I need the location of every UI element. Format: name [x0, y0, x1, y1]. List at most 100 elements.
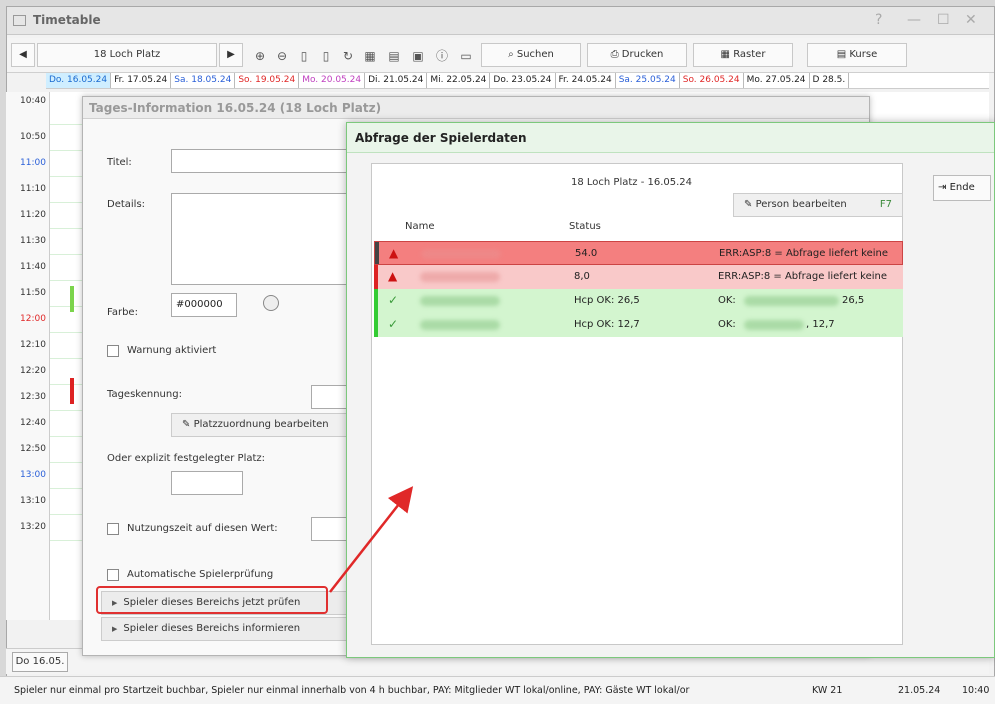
- title-label: Titel:: [107, 157, 132, 168]
- redacted-name: [420, 320, 500, 330]
- courses-icon: ▤: [836, 49, 850, 60]
- exit-icon: ⇥: [938, 182, 950, 193]
- today-button[interactable]: Do 16.05.: [12, 652, 68, 672]
- zoom-out-icon[interactable]: ⊖: [275, 49, 289, 63]
- redacted-name: [421, 249, 501, 259]
- redacted-name: [420, 296, 500, 306]
- courses-button[interactable]: ▤ Kurse: [807, 43, 907, 67]
- end-label: Ende: [949, 182, 975, 193]
- time-label: 10:50: [20, 132, 46, 142]
- grid-button[interactable]: ▦ Raster: [693, 43, 793, 67]
- inform-button[interactable]: ▶ Spieler dieses Bereichs informieren: [101, 617, 347, 641]
- explicit-input[interactable]: [171, 471, 243, 495]
- time-label: 10:40: [20, 96, 46, 106]
- location-select[interactable]: 18 Loch Platz: [37, 43, 217, 67]
- help-icon[interactable]: ?: [875, 12, 882, 28]
- time-label: 11:40: [20, 262, 46, 272]
- details-textarea[interactable]: [171, 193, 351, 285]
- player-row[interactable]: ✓ Hcp OK: 12,7 OK: , 12,7: [374, 313, 903, 337]
- end-button[interactable]: ⇥ Ende: [933, 175, 991, 201]
- date-tab[interactable]: Fr. 24.05.24: [556, 73, 616, 88]
- table-icon[interactable]: ▦: [363, 49, 377, 63]
- zoom-in-icon[interactable]: ⊕: [253, 49, 267, 63]
- status-marker: [374, 313, 378, 337]
- monitor-icon[interactable]: ▭: [459, 49, 473, 63]
- clipboard-icon[interactable]: ▣: [411, 49, 425, 63]
- pencil-icon: ✎: [744, 199, 756, 210]
- week-label: KW 21: [812, 685, 843, 696]
- usage-checkbox[interactable]: [107, 523, 119, 535]
- date-tab[interactable]: So. 26.05.24: [680, 73, 744, 88]
- time-column: 10:40 10:50 11:00 11:10 11:20 11:30 11:4…: [6, 92, 50, 620]
- time-label: 12:40: [20, 418, 46, 428]
- next-arrow-button[interactable]: ▶: [219, 43, 243, 67]
- shortcut-label: F7: [879, 199, 892, 210]
- player-row[interactable]: ▲ 54.0 ERR:ASP:8 = Abfrage liefert keine: [374, 241, 903, 265]
- maximize-icon[interactable]: ☐: [937, 12, 950, 28]
- date-tab[interactable]: So. 19.05.24: [235, 73, 300, 88]
- booking-marker[interactable]: [70, 378, 74, 404]
- bell-icon: ▲: [389, 246, 399, 260]
- time-label: 12:00: [20, 314, 46, 324]
- player-row[interactable]: ✓ Hcp OK: 26,5 OK: 26,5: [374, 289, 903, 313]
- row-message: OK:: [718, 319, 736, 330]
- assign-button[interactable]: ✎ Platzzuordnung bearbeiten: [171, 413, 351, 437]
- inform-label: Spieler dieses Bereichs informieren: [123, 623, 301, 634]
- page-icon[interactable]: ▯: [297, 49, 311, 63]
- refresh-icon[interactable]: ↻: [341, 49, 355, 63]
- palette-icon[interactable]: [263, 295, 279, 311]
- date-tab[interactable]: Do. 16.05.24: [46, 73, 112, 88]
- search-icon: ⌕: [508, 49, 517, 60]
- date-tab[interactable]: Di. 21.05.24: [365, 73, 428, 88]
- date-tab[interactable]: Mo. 27.05.24: [744, 73, 810, 88]
- date-tab[interactable]: Mo. 20.05.24: [299, 73, 366, 88]
- day-info-title: Tages-Information 16.05.24 (18 Loch Plat…: [89, 101, 382, 115]
- title-input[interactable]: [171, 149, 351, 173]
- toolbar: ◀ 18 Loch Platz ▶ ⊕ ⊖ ▯ ▯ ↻ ▦ ▤ ▣ ⓘ ▭ ⌕ …: [7, 38, 994, 73]
- query-title: Abfrage der Spielerdaten: [355, 131, 527, 145]
- time-label: 12:10: [20, 340, 46, 350]
- time-label: 13:00: [20, 470, 46, 480]
- calendar-icon[interactable]: ▤: [387, 49, 401, 63]
- page-alt-icon[interactable]: ▯: [319, 49, 333, 63]
- close-icon[interactable]: ✕: [965, 12, 977, 28]
- edit-person-button[interactable]: ✎ Person bearbeiten F7: [733, 193, 903, 217]
- date-tab[interactable]: Do. 23.05.24: [490, 73, 556, 88]
- print-button[interactable]: ⎙ Drucken: [587, 43, 687, 67]
- date-tab[interactable]: D 28.5.: [810, 73, 850, 88]
- auto-check-checkbox[interactable]: [107, 569, 119, 581]
- color-input[interactable]: #000000: [171, 293, 237, 317]
- player-query-dialog: Abfrage der Spielerdaten 18 Loch Platz -…: [346, 122, 995, 658]
- info-icon[interactable]: ⓘ: [435, 49, 449, 63]
- time-label: 11:20: [20, 210, 46, 220]
- time-label: 12:30: [20, 392, 46, 402]
- prev-arrow-button[interactable]: ◀: [11, 43, 35, 67]
- time-label: 13:10: [20, 496, 46, 506]
- window-title: Timetable: [33, 13, 101, 27]
- row-message: ERR:ASP:8 = Abfrage liefert keine: [718, 271, 888, 282]
- day-id-input[interactable]: [311, 385, 351, 409]
- row-status: Hcp OK: 12,7: [574, 319, 640, 330]
- row-status: 54.0: [575, 248, 598, 259]
- date-tab[interactable]: Sa. 18.05.24: [171, 73, 236, 88]
- auto-check-label: Automatische Spielerprüfung: [127, 569, 274, 580]
- booking-marker[interactable]: [70, 286, 74, 312]
- explicit-label: Oder explizit festgelegter Platz:: [107, 453, 266, 464]
- pencil-icon: ✎: [182, 419, 194, 430]
- date-tab[interactable]: Mi. 22.05.24: [427, 73, 491, 88]
- redacted-value: [744, 296, 839, 306]
- warning-checkbox[interactable]: [107, 345, 119, 357]
- usage-input[interactable]: [311, 517, 351, 541]
- column-header-status: Status: [569, 221, 601, 232]
- time-label: 11:00: [20, 158, 46, 168]
- edit-person-label: Person bearbeiten: [755, 199, 847, 210]
- time-label: 11:10: [20, 184, 46, 194]
- player-row[interactable]: ▲ 8,0 ERR:ASP:8 = Abfrage liefert keine: [374, 265, 903, 289]
- time-label: 11:30: [20, 236, 46, 246]
- status-date: 21.05.24: [898, 685, 941, 696]
- date-tab[interactable]: Fr. 17.05.24: [111, 73, 172, 88]
- date-tab[interactable]: Sa. 25.05.24: [616, 73, 680, 88]
- search-button[interactable]: ⌕ Suchen: [481, 43, 581, 67]
- minimize-icon[interactable]: —: [907, 12, 921, 28]
- status-message: Spieler nur einmal pro Startzeit buchbar…: [14, 685, 690, 696]
